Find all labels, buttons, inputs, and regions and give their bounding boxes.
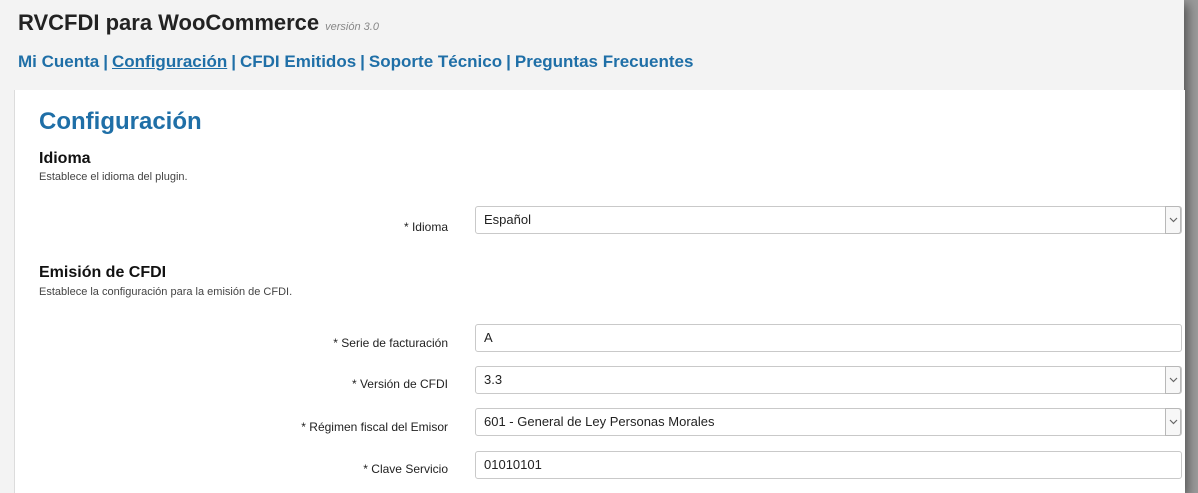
nav-configuracion[interactable]: Configuración [112, 52, 227, 71]
page-title: Configuración [39, 108, 202, 135]
nav-cfdi-emitidos[interactable]: CFDI Emitidos [240, 52, 356, 71]
chevron-down-icon[interactable] [1165, 408, 1181, 436]
app-title: RVCFDI para WooCommerce versión 3.0 [18, 10, 379, 36]
nav-soporte-tecnico[interactable]: Soporte Técnico [369, 52, 502, 71]
app-version: versión 3.0 [325, 21, 379, 33]
regimen-label: * Régimen fiscal del Emisor [301, 420, 448, 434]
serie-input[interactable]: A [475, 324, 1182, 352]
chevron-down-icon[interactable] [1165, 366, 1181, 394]
nav-separator: | [103, 52, 108, 71]
version-select[interactable]: 3.3 [475, 366, 1182, 394]
idioma-select-value: Español [484, 212, 531, 227]
nav-separator: | [506, 52, 511, 71]
section-desc-emision: Establece la configuración para la emisi… [39, 286, 293, 298]
main-content: Configuración Idioma Establece el idioma… [14, 90, 1185, 493]
idioma-select[interactable]: Español [475, 206, 1182, 234]
clave-input[interactable]: 01010101 [475, 451, 1182, 479]
serie-input-value: A [484, 330, 493, 345]
chevron-down-icon[interactable] [1165, 206, 1181, 234]
header: RVCFDI para WooCommerce versión 3.0 Mi Cu… [0, 0, 1184, 90]
version-select-value: 3.3 [484, 372, 503, 387]
version-label: * Versión de CFDI [351, 377, 448, 391]
idioma-label: * Idioma [403, 220, 448, 234]
nav-separator: | [231, 52, 236, 71]
clave-label: * Clave Servicio [363, 462, 448, 476]
main-nav: Mi Cuenta | Configuración | CFDI Emitidos | So… [18, 52, 693, 72]
serie-label: * Serie de facturación [333, 336, 448, 350]
app-window: RVCFDI para WooCommerce versión 3.0 Mi Cu… [0, 0, 1185, 493]
nav-preguntas-frecuentes[interactable]: Preguntas Frecuentes [515, 52, 694, 71]
nav-separator: | [360, 52, 365, 71]
regimen-select-value: 601 - General de Ley Personas Morales [484, 414, 715, 429]
regimen-select[interactable]: 601 - General de Ley Personas Morales [475, 408, 1182, 436]
app-title-text: RVCFDI para WooCommerce [18, 10, 320, 35]
nav-mi-cuenta[interactable]: Mi Cuenta [18, 52, 99, 71]
section-title-emision: Emisión de CFDI [39, 264, 167, 281]
section-desc-idioma: Establece el idioma del plugin. [39, 171, 188, 183]
clave-input-value: 01010101 [484, 457, 542, 472]
section-title-idioma: Idioma [39, 150, 91, 167]
